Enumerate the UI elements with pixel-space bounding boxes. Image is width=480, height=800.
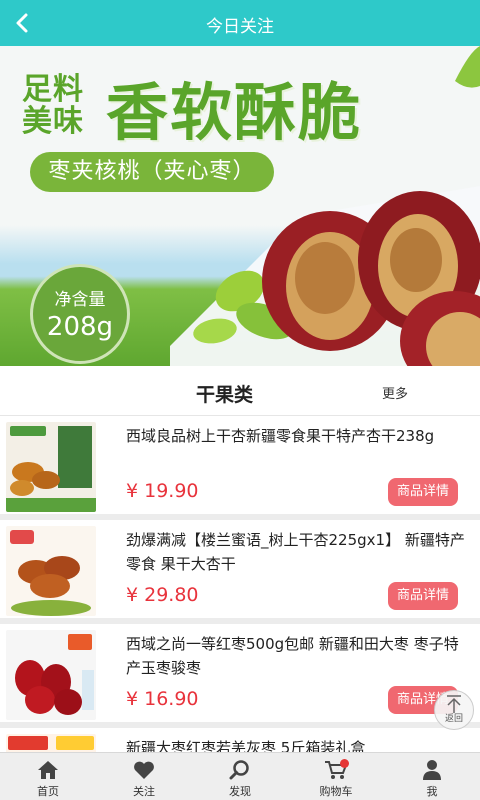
product-title[interactable]: 劲爆满减【楼兰蜜语_树上干杏225gx1】 新疆特产零食 果干大杏干 <box>126 528 466 576</box>
back-to-top-button[interactable]: 返回 <box>434 690 474 730</box>
product-thumbnail <box>6 630 96 720</box>
product-price: ¥ 19.90 <box>126 480 199 502</box>
nav-item-follow[interactable]: 关注 <box>96 753 192 800</box>
more-link[interactable]: 更多 <box>382 383 408 402</box>
page-title: 今日关注 <box>206 17 274 37</box>
arrow-up-icon <box>447 695 461 713</box>
nav-label: 我 <box>426 785 438 798</box>
product-title[interactable]: 西域良品树上干杏新疆零食果干特产杏干238g <box>126 424 466 448</box>
promo-banner[interactable]: 足料 美味 香软酥脆 枣夹核桃（夹心枣） 净含量 208g <box>0 46 480 366</box>
banner-slogan-big: 香软酥脆 <box>106 76 363 149</box>
person-icon <box>423 760 441 780</box>
banner-product-pill: 枣夹核桃（夹心枣） <box>30 152 274 192</box>
nav-label: 首页 <box>37 785 59 798</box>
nav-label: 购物车 <box>319 785 353 798</box>
slogan-line-2: 美味 <box>22 104 84 139</box>
section-header: 干果类 更多 <box>0 366 480 416</box>
net-weight-label: 净含量 <box>54 290 106 310</box>
product-detail-button[interactable]: 商品详情 <box>388 582 458 610</box>
product-item[interactable]: 劲爆满减【楼兰蜜语_树上干杏225gx1】 新疆特产零食 果干大杏干 ¥ 29.… <box>0 520 480 624</box>
nav-item-cart[interactable]: 购物车 <box>288 753 384 800</box>
product-price: ¥ 29.80 <box>126 584 199 606</box>
banner-slogan-small: 足料 美味 <box>22 74 84 138</box>
product-thumbnail <box>6 422 96 512</box>
search-icon <box>229 760 249 780</box>
nav-item-home[interactable]: 首页 <box>0 753 96 800</box>
net-weight-value: 208g <box>46 312 114 342</box>
bottom-nav: 首页 关注 发现 购物车 我 <box>0 752 480 800</box>
back-to-top-label: 返回 <box>444 714 463 724</box>
section-title: 干果类 <box>196 384 254 406</box>
product-item[interactable]: 西域良品树上干杏新疆零食果干特产杏干238g ¥ 19.90 商品详情 <box>0 416 480 520</box>
home-icon <box>38 761 58 779</box>
nav-item-me[interactable]: 我 <box>384 753 480 800</box>
nav-label: 发现 <box>229 785 251 798</box>
heart-icon <box>134 761 154 779</box>
product-title[interactable]: 西域之尚一等红枣500g包邮 新疆和田大枣 枣子特产玉枣骏枣 <box>126 632 466 680</box>
top-bar: 今日关注 <box>0 0 480 46</box>
product-item[interactable]: 西域之尚一等红枣500g包邮 新疆和田大枣 枣子特产玉枣骏枣 ¥ 16.90 商… <box>0 624 480 728</box>
cart-badge-dot <box>340 759 349 768</box>
nav-item-discover[interactable]: 发现 <box>192 753 288 800</box>
net-weight-badge: 净含量 208g <box>30 264 130 364</box>
nav-label: 关注 <box>133 785 155 798</box>
product-thumbnail <box>6 526 96 616</box>
slogan-line-1: 足料 <box>22 72 84 107</box>
product-price: ¥ 16.90 <box>126 688 199 710</box>
product-detail-button[interactable]: 商品详情 <box>388 478 458 506</box>
